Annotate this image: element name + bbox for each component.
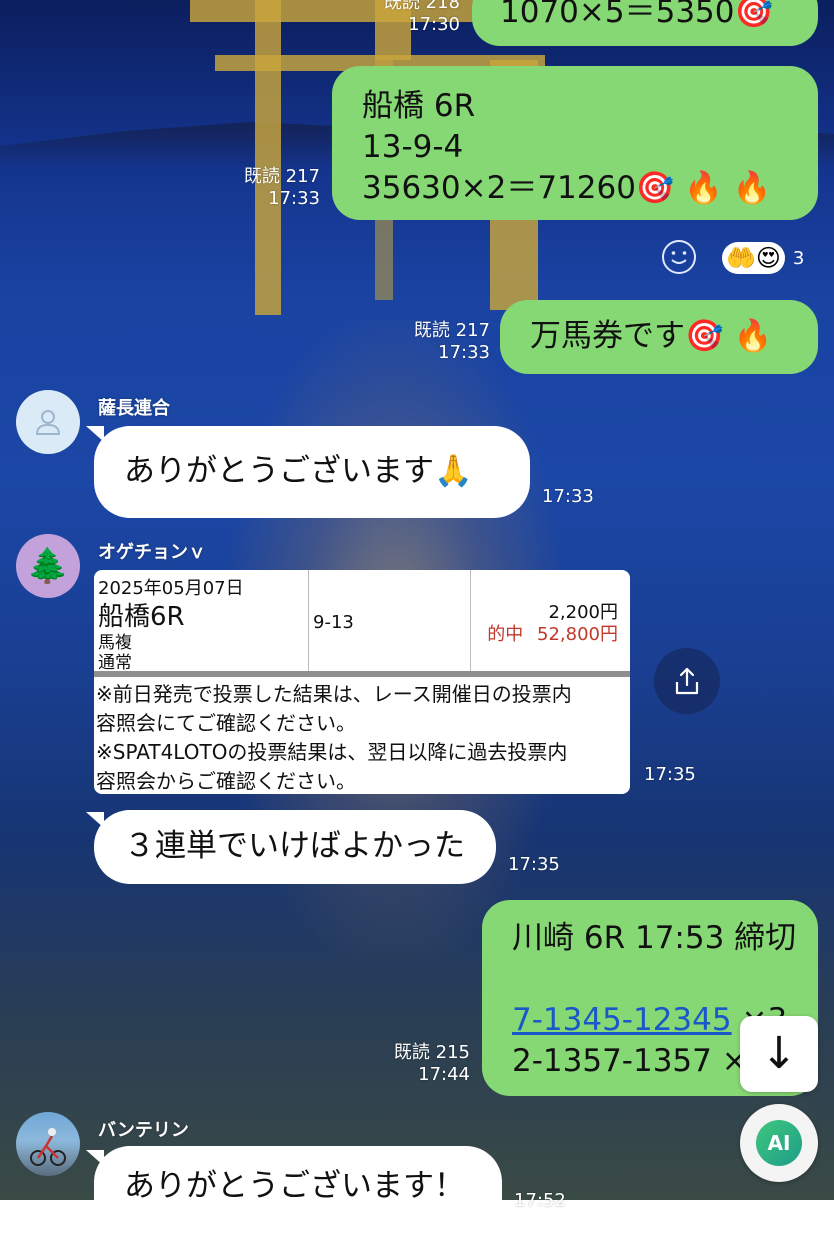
message-time: 17:33	[542, 486, 594, 507]
sender-name: オゲチョンｖ	[98, 542, 206, 563]
message-time: 17:52	[514, 1190, 566, 1211]
message-line: 川崎 6R 17:53 締切	[512, 920, 797, 956]
incoming-message[interactable]: ありがとうございます！	[94, 1146, 502, 1236]
bet-link[interactable]: 7-1345-12345	[512, 1002, 732, 1038]
read-receipt: 既読 217	[243, 166, 320, 187]
bet-method: 通常	[98, 653, 132, 673]
sender-name: 薩長連合	[98, 398, 170, 419]
message-time: 17:35	[508, 854, 560, 875]
tree-icon: 🌲	[26, 546, 70, 586]
hit-label: 的中	[487, 624, 524, 645]
add-reaction-button[interactable]	[660, 238, 698, 276]
message-line: 35630×2＝71260🎯 🔥 🔥	[362, 170, 772, 206]
note-line: 容照会からご確認ください。	[96, 769, 356, 793]
outgoing-message[interactable]: 万馬券です🎯 🔥	[500, 300, 818, 374]
bet-result-card[interactable]: 2025年05月07日 船橋6R 馬複 通常 9-13 2,200円 的中 52…	[94, 570, 630, 794]
message-time: 17:33	[268, 188, 320, 209]
read-receipt: 既読 218	[383, 0, 460, 13]
avatar[interactable]: 🌲	[16, 534, 80, 598]
outgoing-message[interactable]: 1070×5＝5350🎯	[472, 0, 818, 46]
reaction-emoji: 🤲😍	[722, 242, 785, 274]
message-time: 17:33	[438, 342, 490, 363]
message-meta: 既読 217 17:33	[210, 166, 320, 210]
ai-assistant-button[interactable]: AI	[740, 1104, 818, 1182]
amount-cell: 2,200円 的中 52,800円	[471, 570, 630, 671]
combo-cell: 9-13	[309, 570, 471, 671]
incoming-message[interactable]: ３連単でいけばよかった	[94, 810, 496, 884]
message-text: ありがとうございます！	[124, 1168, 465, 1204]
message-meta: 既読 217 17:33	[380, 320, 490, 364]
share-icon	[675, 667, 699, 695]
message-text: ３連単でいけばよかった	[124, 828, 465, 864]
race-cell: 2025年05月07日 船橋6R 馬複 通常	[94, 570, 309, 673]
person-icon	[35, 410, 61, 435]
cyclist-icon	[30, 1128, 66, 1166]
note-line: 容照会にてご確認ください。	[96, 711, 356, 735]
scroll-to-bottom-button[interactable]: ↓	[740, 1016, 818, 1092]
sender-name: バンテリン	[98, 1120, 189, 1141]
message-text: ありがとうございます🙏	[124, 453, 473, 489]
reaction-count: 3	[792, 247, 805, 269]
message-time: 17:30	[408, 14, 460, 35]
message-line: 船橋 6R	[362, 88, 476, 124]
read-receipt: 既読 215	[393, 1042, 470, 1063]
ai-icon: AI	[767, 1131, 791, 1155]
note-line: ※前日発売で投票した結果は、レース開催日の投票内	[96, 682, 572, 706]
arrow-down-icon: ↓	[760, 1028, 798, 1079]
payout-amount: 52,800円	[537, 624, 618, 645]
share-button[interactable]	[654, 648, 720, 714]
bet-combination: 9-13	[313, 612, 354, 633]
avatar[interactable]	[16, 390, 80, 454]
incoming-message[interactable]: ありがとうございます🙏	[94, 426, 530, 518]
message-text: 1070×5＝5350🎯	[500, 0, 774, 30]
message-line: 13-9-4	[362, 129, 464, 165]
message-time: 17:44	[418, 1064, 470, 1085]
smiley-icon	[662, 240, 696, 274]
message-meta: 既読 215 17:44	[360, 1042, 470, 1086]
outgoing-message[interactable]: 船橋 6R 13-9-4 35630×2＝71260🎯 🔥 🔥	[332, 66, 818, 220]
message-text: 万馬券です🎯 🔥	[530, 318, 773, 354]
reaction-summary[interactable]: 🤲😍 3	[722, 238, 804, 278]
bet-result-table: 2025年05月07日 船橋6R 馬複 通常 9-13 2,200円 的中 52…	[94, 570, 630, 677]
message-time: 17:35	[644, 764, 696, 785]
note-line: ※SPAT4LOTOの投票結果は、翌日以降に過去投票内	[96, 740, 568, 764]
read-receipt: 既読 217	[413, 320, 490, 341]
card-notes: ※前日発売で投票した結果は、レース開催日の投票内 容照会にてご確認ください。 ※…	[96, 680, 626, 794]
message-meta: 既読 218 17:30	[350, 0, 460, 36]
avatar[interactable]	[16, 1112, 80, 1176]
